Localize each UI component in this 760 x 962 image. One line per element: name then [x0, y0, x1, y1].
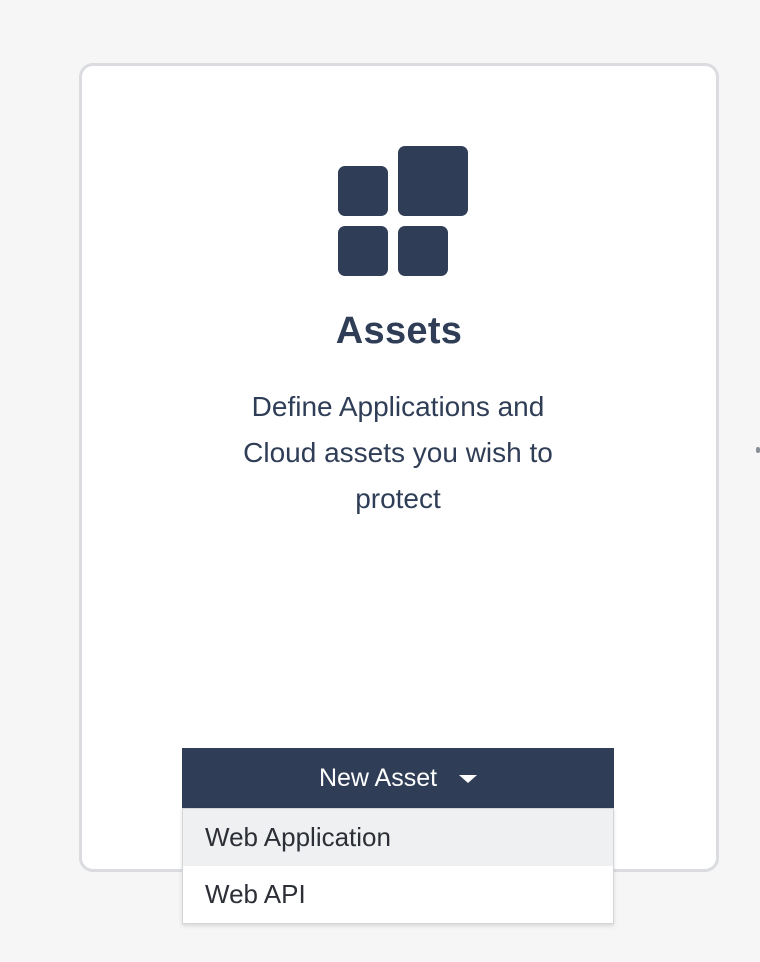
tile-large-top-right	[398, 146, 468, 216]
tile-small-bottom-right	[398, 226, 448, 276]
new-asset-dropdown-menu: Web Application Web API	[182, 808, 614, 924]
tile-small-bottom-left	[338, 226, 388, 276]
tile-small-top-left	[338, 166, 388, 216]
new-asset-button-label: New Asset	[318, 763, 438, 792]
menu-item-web-application[interactable]: Web Application	[183, 809, 613, 866]
card-description: Define Applications and Cloud assets you…	[243, 391, 553, 514]
offscreen-element-edge	[756, 447, 760, 453]
card-title: Assets	[335, 310, 463, 352]
new-asset-button[interactable]: New Asset	[182, 748, 614, 808]
grid-tiles-icon	[337, 146, 469, 277]
menu-item-web-api[interactable]: Web API	[183, 866, 613, 923]
caret-down-icon	[459, 775, 478, 783]
